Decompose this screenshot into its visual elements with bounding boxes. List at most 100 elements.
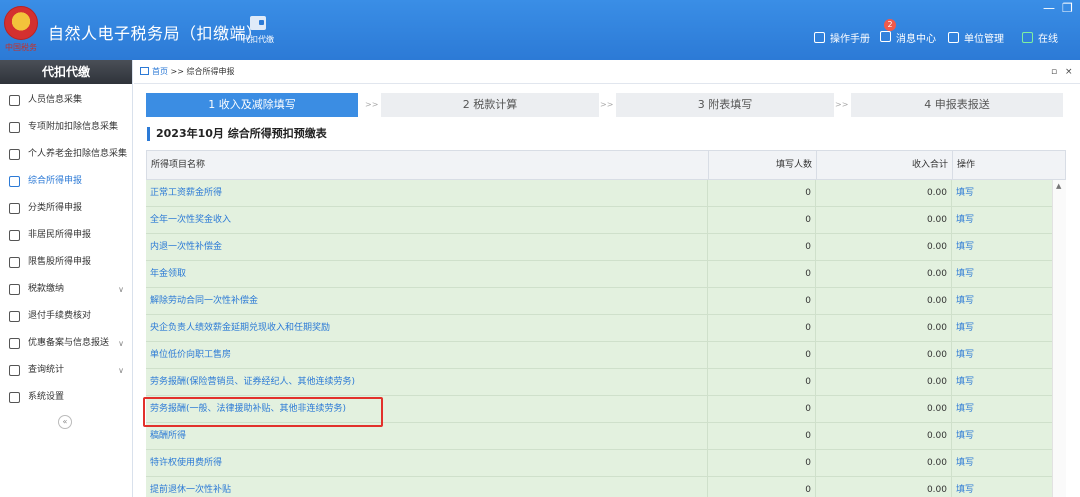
- step-attachment[interactable]: 3 附表填写: [616, 93, 834, 117]
- breadcrumb-home[interactable]: 首页: [152, 67, 168, 76]
- sidebar-item-special-deduction[interactable]: 专项附加扣除信息采集: [0, 114, 132, 141]
- header-name: 所得项目名称: [147, 151, 709, 179]
- income-item-link[interactable]: 稿酬所得: [146, 423, 708, 450]
- message-label: 消息中心: [896, 34, 936, 45]
- manual-label: 操作手册: [830, 34, 870, 45]
- pension-icon: [9, 149, 20, 160]
- nav-label: 综合所得申报: [28, 176, 83, 186]
- income-cell: 0.00: [816, 315, 952, 342]
- fill-link[interactable]: 填写: [952, 288, 1052, 315]
- collapse-sidebar-button[interactable]: «: [58, 415, 72, 429]
- pie-icon: [9, 203, 20, 214]
- fill-link[interactable]: 填写: [952, 207, 1052, 234]
- sidebar-item-restricted-stock[interactable]: 限售股所得申报: [0, 249, 132, 276]
- tab-close-button[interactable]: ×: [1065, 60, 1073, 84]
- sidebar-item-person-info[interactable]: 人员信息采集: [0, 87, 132, 114]
- sidebar-item-tax-payment[interactable]: 税款缴纳 ∨: [0, 276, 132, 303]
- step-report-submit[interactable]: 4 申报表报送: [851, 93, 1063, 117]
- income-item-link[interactable]: 全年一次性奖金收入: [146, 207, 708, 234]
- income-cell: 0.00: [816, 180, 952, 207]
- income-item-link[interactable]: 单位低价向职工售房: [146, 342, 708, 369]
- sidebar-item-preferential-filing[interactable]: 优惠备案与信息报送 ∨: [0, 330, 132, 357]
- scroll-up-icon[interactable]: ▲: [1056, 182, 1061, 190]
- chevron-down-icon: ∨: [118, 366, 124, 375]
- table-row: 内退一次性补偿金 0 0.00 填写: [146, 234, 1066, 261]
- online-status[interactable]: 在线: [1022, 30, 1058, 45]
- count-cell: 0: [708, 450, 816, 477]
- table-row: 央企负责人绩效薪金延期兑现收入和任期奖励 0 0.00 填写: [146, 315, 1066, 342]
- sidebar-item-pension-deduction[interactable]: 个人养老金扣除信息采集: [0, 141, 132, 168]
- table-header: 所得项目名称 填写人数 收入合计 操作: [146, 150, 1066, 180]
- sidebar-title: 代扣代缴: [0, 60, 132, 84]
- income-item-link[interactable]: 解除劳动合同一次性补偿金: [146, 288, 708, 315]
- sidebar-item-refund-fee[interactable]: 退付手续费核对: [0, 303, 132, 330]
- minimize-button[interactable]: —: [1043, 2, 1055, 14]
- step-separator: >>: [835, 100, 849, 109]
- income-item-link[interactable]: 特许权使用费所得: [146, 450, 708, 477]
- count-cell: 0: [708, 423, 816, 450]
- mail-icon-wrap: 2: [880, 18, 896, 45]
- unit-label: 单位管理: [964, 34, 1004, 45]
- fill-link[interactable]: 填写: [952, 261, 1052, 288]
- section-title: 2023年10月 综合所得预扣预缴表: [147, 127, 327, 141]
- sidebar-item-nonresident-income[interactable]: 非居民所得申报: [0, 222, 132, 249]
- sidebar-item-classified-income[interactable]: 分类所得申报: [0, 195, 132, 222]
- income-item-link[interactable]: 提前退休一次性补贴: [146, 477, 708, 497]
- tax-emblem-icon: [4, 6, 38, 40]
- table-scrollbar[interactable]: ▲: [1052, 180, 1066, 497]
- table-row: 全年一次性奖金收入 0 0.00 填写: [146, 207, 1066, 234]
- header-count: 填写人数: [709, 151, 817, 179]
- message-center-button[interactable]: 2 消息中心: [880, 18, 936, 45]
- table-row: 稿酬所得 0 0.00 填写: [146, 423, 1066, 450]
- fill-link[interactable]: 填写: [952, 396, 1052, 423]
- income-cell: 0.00: [816, 234, 952, 261]
- income-item-link[interactable]: 央企负责人绩效薪金延期兑现收入和任期奖励: [146, 315, 708, 342]
- income-item-link[interactable]: 年金领取: [146, 261, 708, 288]
- table-row: 解除劳动合同一次性补偿金 0 0.00 填写: [146, 288, 1066, 315]
- chevron-down-icon: ∨: [118, 339, 124, 348]
- income-item-link[interactable]: 劳务报酬(保险营销员、证券经纪人、其他连续劳务): [146, 369, 708, 396]
- title-bar: 中国税务 自然人电子税务局（扣缴端） 代扣代缴 操作手册 2 消息中心 单位管理…: [0, 0, 1080, 60]
- income-cell: 0.00: [816, 450, 952, 477]
- tab-restore-button[interactable]: ▫: [1051, 60, 1057, 84]
- nav-label: 系统设置: [28, 392, 65, 402]
- nav-label: 人员信息采集: [28, 95, 83, 105]
- layers-icon: [9, 176, 20, 187]
- folder-icon: [9, 284, 20, 295]
- online-label: 在线: [1038, 34, 1058, 45]
- table-row: 特许权使用费所得 0 0.00 填写: [146, 450, 1066, 477]
- income-item-link[interactable]: 劳务报酬(一般、法律援助补贴、其他非连续劳务): [146, 396, 708, 423]
- wallet-icon: [250, 16, 266, 30]
- fill-link[interactable]: 填写: [952, 234, 1052, 261]
- income-cell: 0.00: [816, 288, 952, 315]
- list-icon: [9, 122, 20, 133]
- home-icon[interactable]: [140, 67, 149, 75]
- step-income-deduction[interactable]: 1 收入及减除填写: [146, 93, 358, 117]
- fill-link[interactable]: 填写: [952, 477, 1052, 497]
- sidebar-item-settings[interactable]: 系统设置: [0, 384, 132, 411]
- income-cell: 0.00: [816, 423, 952, 450]
- income-item-link[interactable]: 内退一次性补偿金: [146, 234, 708, 261]
- step-tax-calculation[interactable]: 2 税款计算: [381, 93, 599, 117]
- fill-link[interactable]: 填写: [952, 450, 1052, 477]
- income-item-link[interactable]: 正常工资薪金所得: [146, 180, 708, 207]
- module-withholding[interactable]: 代扣代缴: [238, 16, 278, 45]
- fill-link[interactable]: 填写: [952, 342, 1052, 369]
- count-cell: 0: [708, 234, 816, 261]
- user-icon: [9, 230, 20, 241]
- fill-link[interactable]: 填写: [952, 423, 1052, 450]
- unit-management-button[interactable]: 单位管理: [948, 30, 1004, 45]
- sidebar-item-query-stats[interactable]: 查询统计 ∨: [0, 357, 132, 384]
- count-cell: 0: [708, 315, 816, 342]
- nav-label: 查询统计: [28, 365, 65, 375]
- search-list-icon: [9, 365, 20, 376]
- breadcrumb: 首页 >> 综合所得申报 ▫ ×: [134, 60, 1080, 84]
- manual-button[interactable]: 操作手册: [814, 30, 870, 45]
- sidebar-item-comprehensive-income[interactable]: 综合所得申报: [0, 168, 132, 195]
- fill-link[interactable]: 填写: [952, 180, 1052, 207]
- restore-button[interactable]: ❐: [1062, 2, 1073, 14]
- count-cell: 0: [708, 207, 816, 234]
- document-icon: [814, 32, 825, 43]
- fill-link[interactable]: 填写: [952, 315, 1052, 342]
- fill-link[interactable]: 填写: [952, 369, 1052, 396]
